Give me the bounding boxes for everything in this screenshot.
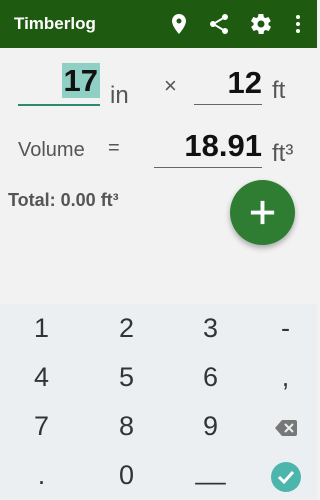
key-minus[interactable]: - [246,304,320,353]
backspace-key[interactable] [246,402,320,451]
volume-unit: ft³ [272,140,294,167]
more-vert-icon [296,15,300,33]
volume-value: 18.91 [184,128,262,163]
length-value: 12 [227,65,262,100]
key-7[interactable]: 7 [2,402,81,451]
length-underline [194,104,262,105]
check-circle-icon [270,461,301,492]
key-2[interactable]: 2 [87,304,166,353]
diameter-underline [18,104,100,106]
key-0[interactable]: 0 [87,451,166,500]
app-bar: Timberlog [0,0,317,48]
key-6[interactable]: 6 [171,353,250,402]
length-unit: ft [272,77,286,104]
key-decimal[interactable]: . [2,451,81,500]
settings-button[interactable] [249,12,273,36]
app-title: Timberlog [14,14,96,33]
volume-label: Volume [18,139,85,161]
length-input[interactable]: 12 [194,64,262,102]
location-pin-icon [172,14,186,34]
diameter-value: 17 [61,63,100,98]
diameter-input[interactable]: 17 [18,62,100,100]
total-label: Total: 0.00 ft³ [8,190,119,210]
equals-symbol: = [108,137,120,159]
backspace-icon [274,419,297,436]
times-symbol: × [164,73,177,98]
gear-icon [251,14,271,34]
confirm-key[interactable] [246,451,320,500]
key-9[interactable]: 9 [171,402,250,451]
key-space[interactable]: __ [171,446,250,495]
key-3[interactable]: 3 [171,304,250,353]
share-icon [210,14,228,34]
key-8[interactable]: 8 [87,402,166,451]
overflow-menu-button[interactable] [286,12,310,36]
numeric-keypad: 1 2 3 - 4 5 6 , 7 8 9 . 0 __ [0,304,317,500]
plus-icon [250,200,275,225]
add-log-button[interactable] [230,180,295,245]
location-button[interactable] [167,12,191,36]
diameter-unit: in [110,82,129,109]
key-comma[interactable]: , [246,353,320,402]
key-1[interactable]: 1 [2,304,81,353]
volume-underline [154,167,262,168]
key-5[interactable]: 5 [87,353,166,402]
volume-output: 18.91 [154,127,262,165]
share-button[interactable] [207,12,231,36]
key-4[interactable]: 4 [2,353,81,402]
